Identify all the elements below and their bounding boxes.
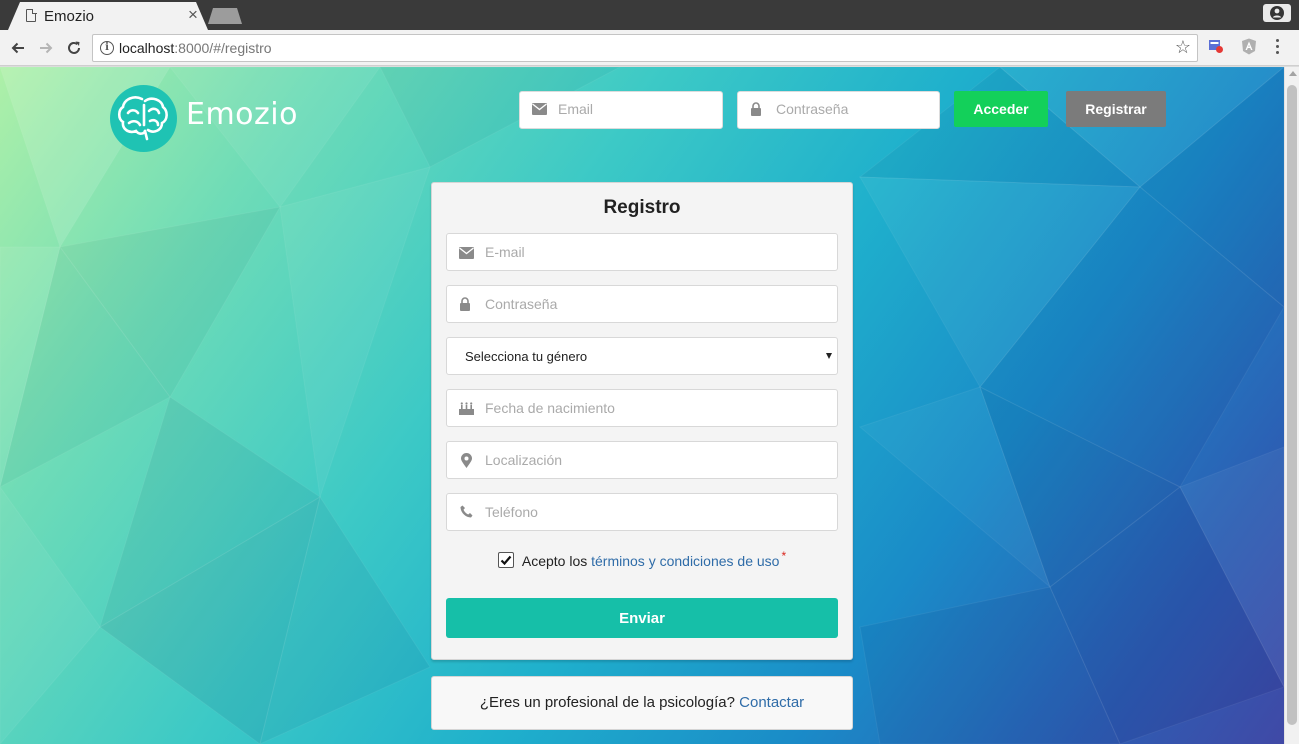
lock-icon	[460, 297, 470, 311]
password-field[interactable]	[446, 285, 838, 323]
checkmark-icon	[500, 556, 512, 566]
browser-toolbar: i localhost:8000/#/registro ☆	[0, 30, 1299, 66]
terms-row: Acepto los términos y condiciones de uso…	[432, 549, 852, 570]
login-button[interactable]: Acceder	[954, 91, 1048, 127]
forward-icon[interactable]	[35, 37, 57, 59]
password-input[interactable]	[485, 296, 815, 312]
phone-icon	[460, 505, 473, 518]
envelope-icon	[532, 103, 547, 115]
terms-link[interactable]: términos y condiciones de uso	[591, 553, 779, 569]
url-text: localhost:8000/#/registro	[119, 40, 272, 56]
profile-button[interactable]	[1263, 4, 1291, 22]
user-icon	[1270, 6, 1284, 20]
angular-extension-icon[interactable]	[1241, 38, 1257, 55]
login-email-field[interactable]	[519, 91, 723, 129]
birthdate-field[interactable]	[446, 389, 838, 427]
lock-icon	[751, 102, 761, 116]
chevron-down-icon	[826, 353, 832, 359]
email-field[interactable]	[446, 233, 838, 271]
birthday-cake-icon	[459, 402, 474, 415]
login-password-input[interactable]	[776, 101, 936, 117]
register-button[interactable]: Registrar	[1066, 91, 1166, 127]
terms-prefix: Acepto los	[521, 553, 588, 569]
logo[interactable]	[110, 85, 177, 152]
back-icon[interactable]	[7, 37, 29, 59]
url-path: :8000/#/registro	[174, 40, 272, 56]
email-input[interactable]	[485, 244, 815, 260]
tab-title: Emozio	[44, 8, 95, 25]
scroll-up-arrow-icon[interactable]	[1289, 71, 1297, 76]
submit-button[interactable]: Enviar	[446, 598, 838, 638]
scroll-thumb[interactable]	[1287, 85, 1297, 725]
phone-field[interactable]	[446, 493, 838, 531]
page-scrollbar[interactable]	[1284, 67, 1299, 744]
gender-select[interactable]: Selecciona tu género	[446, 337, 838, 375]
location-input[interactable]	[485, 452, 815, 468]
browser-tab-strip: Emozio ×	[0, 0, 1299, 30]
login-password-field[interactable]	[737, 91, 940, 129]
location-field[interactable]	[446, 441, 838, 479]
form-title: Registro	[603, 197, 681, 218]
reload-icon[interactable]	[63, 37, 85, 59]
menu-icon[interactable]	[1275, 39, 1281, 57]
map-marker-icon	[461, 453, 472, 468]
address-bar[interactable]: i localhost:8000/#/registro ☆	[92, 34, 1198, 62]
extension-icon[interactable]	[1208, 38, 1224, 54]
bookmark-star-icon[interactable]: ☆	[1175, 37, 1191, 58]
contact-link[interactable]: Contactar	[739, 694, 804, 711]
birthdate-input[interactable]	[485, 400, 815, 416]
page-icon	[26, 8, 37, 22]
terms-checkbox[interactable]	[497, 552, 514, 569]
page-viewport: Emozio Acceder Registrar Registro	[0, 67, 1284, 744]
professional-contact-box: ¿Eres un profesional de la psicología? C…	[431, 676, 853, 730]
gender-selected-value: Selecciona tu género	[465, 349, 588, 364]
registration-card: Registro Selecciona tu género	[431, 182, 853, 660]
phone-input[interactable]	[485, 504, 815, 520]
tab-close-icon[interactable]: ×	[188, 6, 198, 24]
browser-tab[interactable]: Emozio ×	[8, 2, 208, 30]
logo-text: Emozio	[186, 97, 298, 132]
envelope-icon	[459, 247, 474, 259]
url-host: localhost	[119, 40, 175, 56]
new-tab-button[interactable]	[208, 8, 242, 24]
required-mark: *	[781, 549, 787, 563]
info-icon[interactable]: i	[100, 41, 114, 55]
professional-question: ¿Eres un profesional de la psicología?	[479, 694, 735, 711]
brain-icon	[117, 96, 168, 141]
login-email-input[interactable]	[558, 101, 718, 117]
